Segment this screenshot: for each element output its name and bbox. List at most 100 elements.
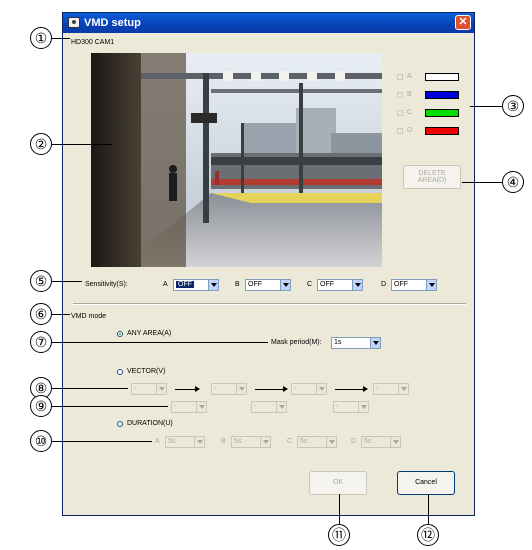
duration-b-select[interactable]: 5s — [231, 436, 271, 448]
sensitivity-d-select[interactable]: OFF — [391, 279, 437, 291]
duration-label[interactable]: DURATION(U) — [127, 420, 173, 427]
vector-interval-3-select[interactable]: - — [333, 401, 369, 413]
right-arrow-icon — [195, 386, 200, 392]
area-a-letter: A — [407, 73, 412, 80]
mask-period-value: 1s — [334, 339, 342, 346]
vector-step-4-select[interactable]: - — [373, 383, 409, 395]
vector-radio[interactable] — [117, 369, 123, 375]
duration-c-select[interactable]: 5s — [297, 436, 337, 448]
callout-9-leader — [52, 406, 168, 407]
sensitivity-a-value: OFF — [176, 281, 194, 288]
camera-name: HD300 CAM1 — [71, 39, 115, 46]
vmd-mode-label: VMD mode — [71, 313, 107, 320]
station-scene — [91, 53, 382, 267]
title-bar[interactable]: VMD setup ✕ — [63, 13, 474, 33]
chevron-down-icon — [260, 437, 270, 447]
sensitivity-b-select[interactable]: OFF — [245, 279, 291, 291]
right-arrow-icon — [363, 386, 368, 392]
callout-1: ① — [30, 27, 52, 49]
vector-label[interactable]: VECTOR(V) — [127, 368, 165, 375]
area-c-checkbox[interactable] — [397, 110, 403, 116]
vector-step-3-select[interactable]: - — [291, 383, 327, 395]
vector-step-2-value: - — [214, 385, 217, 392]
callout-12-leader — [428, 494, 429, 524]
sensitivity-c-value: OFF — [320, 281, 334, 288]
dialog-title: VMD setup — [84, 17, 141, 29]
callout-5: ⑤ — [30, 270, 52, 292]
vector-arrow-1-line — [175, 389, 197, 390]
chevron-down-icon — [316, 384, 326, 394]
delete-area-label-line2: AREA(D) — [417, 177, 447, 184]
sensitivity-d-letter: D — [381, 281, 387, 288]
callout-11-leader — [339, 494, 340, 524]
chevron-down-icon — [426, 280, 436, 290]
right-arrow-icon — [283, 386, 288, 392]
any-area-label[interactable]: ANY AREA(A) — [127, 330, 171, 337]
area-a-checkbox[interactable] — [397, 74, 403, 80]
callout-6-leader — [52, 314, 70, 315]
sensitivity-d-value: OFF — [394, 281, 408, 288]
callout-6: ⑥ — [30, 303, 52, 325]
delete-area-button[interactable]: DELETE AREA(D) — [403, 165, 461, 189]
chevron-down-icon — [370, 338, 380, 348]
chevron-down-icon — [194, 437, 204, 447]
chevron-down-icon — [358, 402, 368, 412]
chevron-down-icon — [390, 437, 400, 447]
ok-button[interactable]: OK — [309, 471, 367, 495]
duration-radio[interactable] — [117, 421, 123, 427]
camera-preview-image[interactable] — [91, 53, 382, 267]
callout-2: ② — [30, 133, 52, 155]
sensitivity-a-letter: A — [163, 281, 168, 288]
vector-interval-1-select[interactable]: - — [171, 401, 207, 413]
vector-interval-1-value: - — [174, 403, 177, 410]
callout-5-leader — [52, 281, 82, 282]
vector-step-3-value: - — [294, 385, 297, 392]
vector-step-2-select[interactable]: - — [211, 383, 247, 395]
close-button[interactable]: ✕ — [455, 15, 471, 30]
area-c-letter: C — [407, 109, 413, 116]
vector-arrow-2-line — [255, 389, 285, 390]
chevron-down-icon — [398, 384, 408, 394]
camera-icon — [68, 17, 80, 28]
any-area-radio[interactable] — [117, 331, 123, 337]
chevron-down-icon — [208, 280, 218, 290]
vector-interval-3-value: - — [336, 403, 339, 410]
sensitivity-a-select[interactable]: OFF — [173, 279, 219, 291]
callout-10: ⑩ — [30, 430, 52, 452]
callout-3-leader — [470, 106, 502, 107]
vector-interval-2-select[interactable]: - — [251, 401, 287, 413]
callout-8-leader — [52, 388, 128, 389]
area-c-color-swatch — [425, 109, 459, 117]
area-b-checkbox[interactable] — [397, 92, 403, 98]
duration-b-letter: B — [221, 438, 226, 445]
vector-step-1-select[interactable]: - — [131, 383, 167, 395]
callout-4-leader — [462, 182, 502, 183]
sensitivity-b-letter: B — [235, 281, 240, 288]
chevron-down-icon — [280, 280, 290, 290]
separator — [73, 303, 466, 305]
callout-4: ④ — [502, 171, 524, 193]
sensitivity-b-value: OFF — [248, 281, 262, 288]
callout-11: ⑪ — [328, 524, 350, 546]
sensitivity-c-select[interactable]: OFF — [317, 279, 363, 291]
mask-period-select[interactable]: 1s — [331, 337, 381, 349]
chevron-down-icon — [326, 437, 336, 447]
area-b-color-swatch — [425, 91, 459, 99]
area-a-color-swatch — [425, 73, 459, 81]
duration-d-select[interactable]: 5s — [361, 436, 401, 448]
vector-step-1-value: - — [134, 385, 137, 392]
area-d-letter: D — [407, 127, 413, 134]
sensitivity-label: Sensitivity(S): — [85, 281, 128, 288]
area-d-checkbox[interactable] — [397, 128, 403, 134]
area-color-legend: A B C D — [393, 67, 469, 143]
vector-step-4-value: - — [376, 385, 379, 392]
duration-d-value: 5s — [364, 438, 372, 445]
cancel-button[interactable]: Cancel — [397, 471, 455, 495]
chevron-down-icon — [236, 384, 246, 394]
callout-10-leader — [52, 441, 152, 442]
duration-d-letter: D — [351, 438, 357, 445]
callout-1-leader — [52, 38, 70, 39]
chevron-down-icon — [276, 402, 286, 412]
vector-interval-2-value: - — [254, 403, 257, 410]
duration-a-select[interactable]: 5s — [165, 436, 205, 448]
